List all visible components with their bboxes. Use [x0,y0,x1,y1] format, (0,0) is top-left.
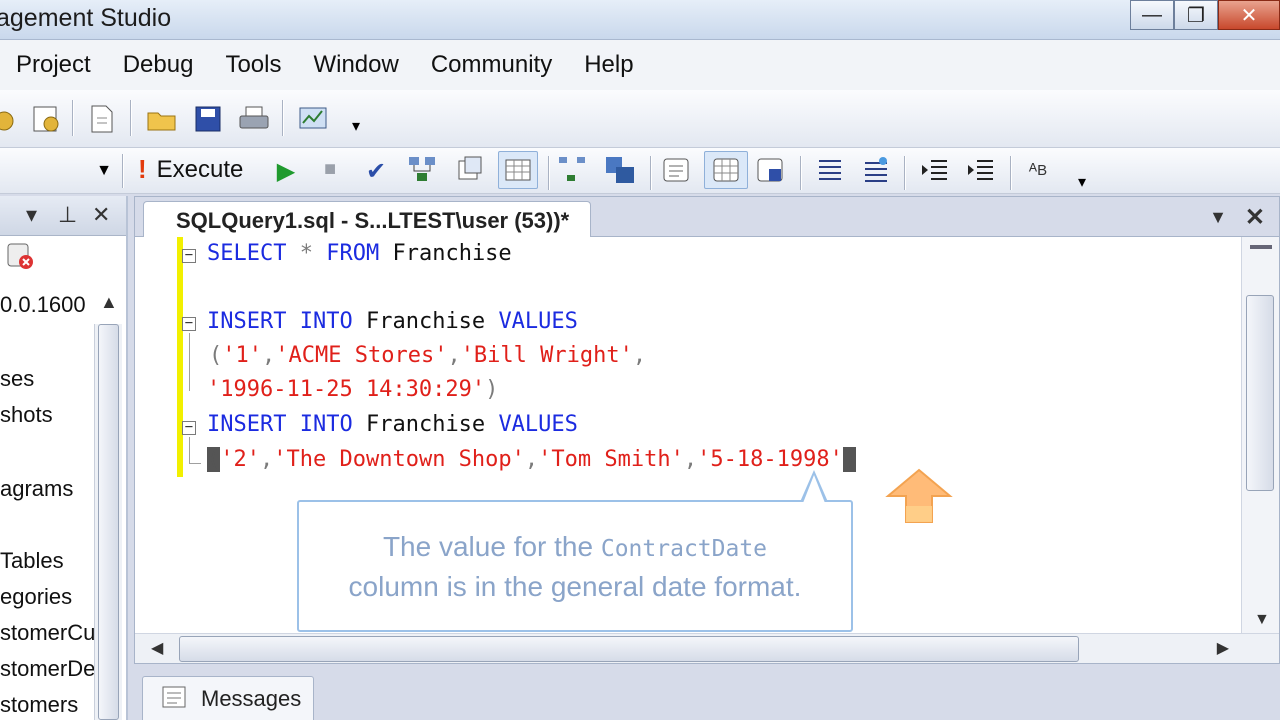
open-folder-icon[interactable] [146,103,178,135]
disconnect-icon[interactable] [4,240,36,272]
results-to-file-icon[interactable] [754,154,786,186]
decrease-indent-icon[interactable] [918,154,950,186]
editor-vertical-scrollbar[interactable]: ▼ [1241,237,1279,635]
client-stats-icon[interactable] [604,154,636,186]
tab-close-icon[interactable]: ✕ [1245,203,1265,232]
print-icon[interactable] [238,103,270,135]
callout-text: The value for the ContractDate column is… [348,531,802,602]
cancel-query-icon[interactable]: ■ [314,153,346,185]
code-line-5: '1996-11-25 14:30:29') [207,377,499,402]
menu-debug[interactable]: Debug [107,51,210,79]
fold-collapse-icon[interactable]: − [182,420,196,435]
code-line-1: SELECT * FROM Franchise [207,241,512,266]
title-bar: agement Studio — ❐ ✕ [0,0,1280,40]
editor-vscroll-thumb[interactable] [1246,295,1274,491]
database-dropdown-icon[interactable]: ▼ [88,155,120,187]
menu-project[interactable]: Project [0,51,107,79]
menu-bar: Project Debug Tools Window Community Hel… [0,40,1280,90]
close-window-button[interactable]: ✕ [1218,0,1280,30]
tree-item[interactable]: egories [0,584,72,610]
panel-dropdown-icon[interactable]: ▾ [26,202,37,228]
tree-item[interactable]: stomers [0,692,78,718]
standard-toolbar: ▾ [0,90,1280,148]
results-tab-strip: Messages [134,666,1280,720]
minimize-button[interactable]: — [1130,0,1174,30]
results-to-grid-icon[interactable] [498,151,538,189]
tab-title: SQLQuery1.sql - S...LTEST\user (53))* [176,208,570,233]
tree-item[interactable]: shots [0,402,53,428]
pin-icon[interactable]: ⊥ [58,202,77,228]
scroll-up-icon[interactable]: ▲ [100,292,118,313]
tree-item[interactable]: stomerDe [0,656,95,682]
highlight-arrow-icon [885,468,953,523]
specify-values-icon[interactable]: ᴬB [1022,154,1054,186]
save-icon[interactable] [192,103,224,135]
new-query-icon[interactable] [30,103,62,135]
code-line-7: ('2','The Downtown Shop','Tom Smith','5-… [207,447,857,472]
results-to-text-icon[interactable] [660,154,692,186]
estimated-plan-icon[interactable] [406,154,438,186]
window-controls: — ❐ ✕ [1130,0,1280,32]
menu-help[interactable]: Help [568,51,649,79]
oe-scroll-thumb[interactable] [98,324,119,720]
tab-sqlquery1[interactable]: SQLQuery1.sql - S...LTEST\user (53))* [143,201,591,238]
annotation-callout: The value for the ContractDate column is… [297,500,853,632]
tab-messages[interactable]: Messages [142,676,314,720]
code-line-6: INSERT INTO Franchise VALUES [207,412,578,437]
scroll-down-icon[interactable]: ▼ [1254,611,1270,629]
tree-item[interactable]: agrams [0,476,73,502]
object-explorer-header: ▾ ⊥ ✕ [0,196,126,236]
menu-community[interactable]: Community [415,51,568,79]
include-plan-icon[interactable] [556,154,588,186]
debug-play-icon[interactable]: ▶ [270,155,302,187]
query-designer-icon[interactable] [454,154,486,186]
execute-icon: ! [138,154,147,184]
code-line-3: INSERT INTO Franchise VALUES [207,309,578,334]
increase-indent-icon[interactable] [964,154,996,186]
new-file-icon[interactable] [86,103,118,135]
scroll-left-icon[interactable]: ◀ [151,638,163,658]
execute-label: Execute [156,155,244,183]
panel-close-icon[interactable]: ✕ [92,202,110,228]
tab-list-icon[interactable]: ▼ [1209,207,1227,228]
tree-item[interactable]: ses [0,366,34,392]
split-handle[interactable] [1250,245,1272,249]
editor-hscroll-thumb[interactable] [179,636,1079,662]
tree-item[interactable]: stomerCu [0,620,95,646]
object-explorer-scrollbar[interactable] [94,324,122,720]
fold-collapse-icon[interactable]: − [182,316,196,331]
document-tab-strip: SQLQuery1.sql - S...LTEST\user (53))* ▼ … [135,197,1279,238]
fold-collapse-icon[interactable]: − [182,248,196,263]
code-line-4: ('1','ACME Stores','Bill Wright', [209,343,647,368]
uncomment-icon[interactable] [860,154,892,186]
parse-check-icon[interactable]: ✔ [360,155,392,187]
maximize-button[interactable]: ❐ [1174,0,1218,30]
execute-button[interactable]: ! Execute [138,154,243,185]
activity-monitor-icon[interactable] [298,103,330,135]
messages-icon [161,685,191,718]
menu-tools[interactable]: Tools [209,51,297,79]
results-grid-toggle-icon[interactable] [704,151,748,189]
comment-out-icon[interactable] [814,154,846,186]
connect-icon[interactable] [0,103,22,135]
menu-window[interactable]: Window [297,51,414,79]
toolbar-overflow-icon[interactable]: ▾ [340,110,372,142]
change-indicator [177,237,183,477]
scroll-right-icon[interactable]: ▶ [1217,638,1229,658]
server-version[interactable]: 0.0.1600 [0,292,86,318]
editor-horizontal-scrollbar[interactable]: ◀ ▶ [135,633,1279,663]
messages-label: Messages [201,686,302,711]
window-title: agement Studio [0,4,172,32]
tree-item[interactable]: Tables [0,548,64,574]
toolbar2-overflow-icon[interactable]: ▾ [1066,166,1098,198]
